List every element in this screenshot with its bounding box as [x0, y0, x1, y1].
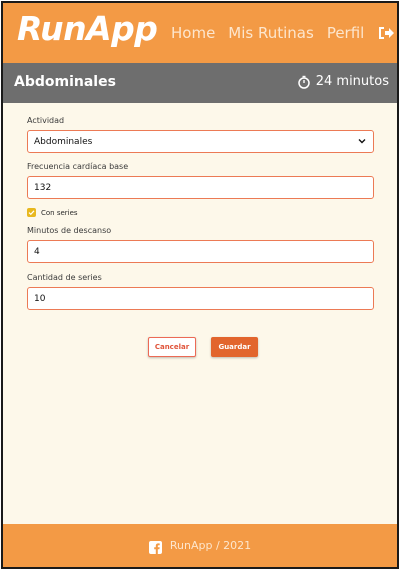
nav-mis-rutinas[interactable]: Mis Rutinas	[228, 24, 314, 42]
series-count-label: Cantidad de series	[27, 273, 102, 282]
main-nav: Home Mis Rutinas Perfil	[171, 24, 395, 42]
series-checkbox-row: Con series	[27, 208, 374, 217]
sign-out-icon[interactable]	[377, 25, 395, 41]
chevron-down-icon	[358, 137, 366, 145]
duration-display: 24 minutos	[297, 74, 389, 89]
nav-perfil[interactable]: Perfil	[327, 24, 365, 42]
top-navbar: RunApp Home Mis Rutinas Perfil	[3, 3, 397, 63]
app-frame: RunApp Home Mis Rutinas Perfil Abdominal…	[1, 1, 399, 569]
heart-rate-value: 132	[34, 182, 52, 193]
heart-rate-label: Frecuencia cardíaca base	[27, 162, 129, 171]
cancel-button[interactable]: Cancelar	[148, 337, 196, 357]
rest-minutes-input[interactable]: 4	[27, 240, 374, 263]
series-checkbox-label: Con series	[41, 208, 78, 217]
save-button[interactable]: Guardar	[211, 337, 258, 357]
activity-selected-value: Abdominales	[34, 136, 93, 147]
rest-minutes-value: 4	[34, 246, 40, 257]
facebook-icon[interactable]	[148, 539, 162, 554]
series-checkbox[interactable]	[27, 208, 36, 217]
heart-rate-input[interactable]: 132	[27, 176, 374, 199]
activity-label: Actividad	[27, 116, 65, 125]
nav-home[interactable]: Home	[171, 24, 215, 42]
footer-text: RunApp / 2021	[169, 539, 252, 552]
form-actions: Cancelar Guardar	[148, 337, 258, 357]
rest-minutes-label: Minutos de descanso	[27, 226, 112, 235]
section-header: Abdominales 24 minutos	[3, 63, 397, 103]
series-count-input[interactable]: 10	[27, 287, 374, 310]
activity-select[interactable]: Abdominales	[27, 130, 374, 153]
page-title: Abdominales	[14, 74, 116, 90]
page-footer: RunApp / 2021	[3, 524, 397, 567]
duration-text: 24 minutos	[315, 74, 389, 89]
brand-logo[interactable]: RunApp	[17, 9, 158, 48]
stopwatch-icon	[297, 75, 311, 89]
series-count-value: 10	[34, 293, 46, 304]
routine-form: Actividad Abdominales Frecuencia cardíac…	[27, 116, 374, 310]
